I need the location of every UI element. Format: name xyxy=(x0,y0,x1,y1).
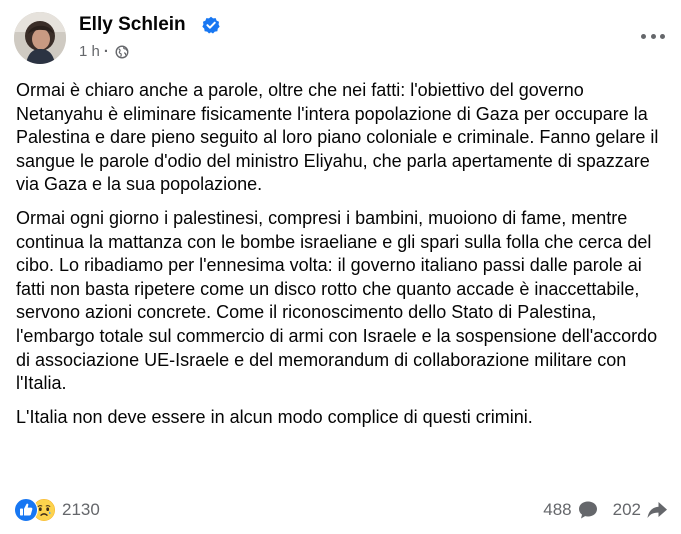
engagement-stats: 488 202 xyxy=(543,498,668,522)
comments-stat[interactable]: 488 xyxy=(543,498,598,522)
share-icon xyxy=(647,502,667,518)
more-dot xyxy=(641,33,646,39)
comment-icon xyxy=(578,501,597,519)
more-dot xyxy=(660,33,665,39)
post-body: Ormai è chiaro anche a parole, oltre che… xyxy=(16,79,671,429)
post-header: Elly Schlein 1 h · xyxy=(14,10,667,66)
post-paragraph-2: Ormai ogni giorno i palestinesi, compres… xyxy=(16,207,658,394)
more-dot xyxy=(650,33,656,39)
comments-count: 488 xyxy=(543,500,572,519)
avatar-image xyxy=(14,12,66,64)
like-reaction-icon xyxy=(14,498,38,522)
author-avatar[interactable] xyxy=(14,12,66,64)
shares-count: 202 xyxy=(612,500,641,519)
post-paragraph-1: Ormai è chiaro anche a parole, oltre che… xyxy=(16,80,659,195)
more-options-icon[interactable] xyxy=(639,26,667,46)
post-meta: 1 h · xyxy=(79,43,129,61)
reactions-count: 2130 xyxy=(62,500,100,519)
post-paragraph-3: L'Italia non deve essere in alcun modo c… xyxy=(16,406,533,427)
facebook-post: Elly Schlein 1 h · Ormai è chiaro anche … xyxy=(0,0,681,534)
reactions-summary[interactable]: 2130 xyxy=(14,498,100,522)
post-timestamp[interactable]: 1 h xyxy=(79,43,100,61)
shares-stat[interactable]: 202 xyxy=(613,498,668,522)
post-footer: 2130 488 202 xyxy=(14,496,668,524)
author-name[interactable]: Elly Schlein xyxy=(79,14,186,36)
verified-badge-icon xyxy=(202,16,220,34)
meta-separator: · xyxy=(103,43,109,60)
globe-icon[interactable] xyxy=(115,45,129,59)
